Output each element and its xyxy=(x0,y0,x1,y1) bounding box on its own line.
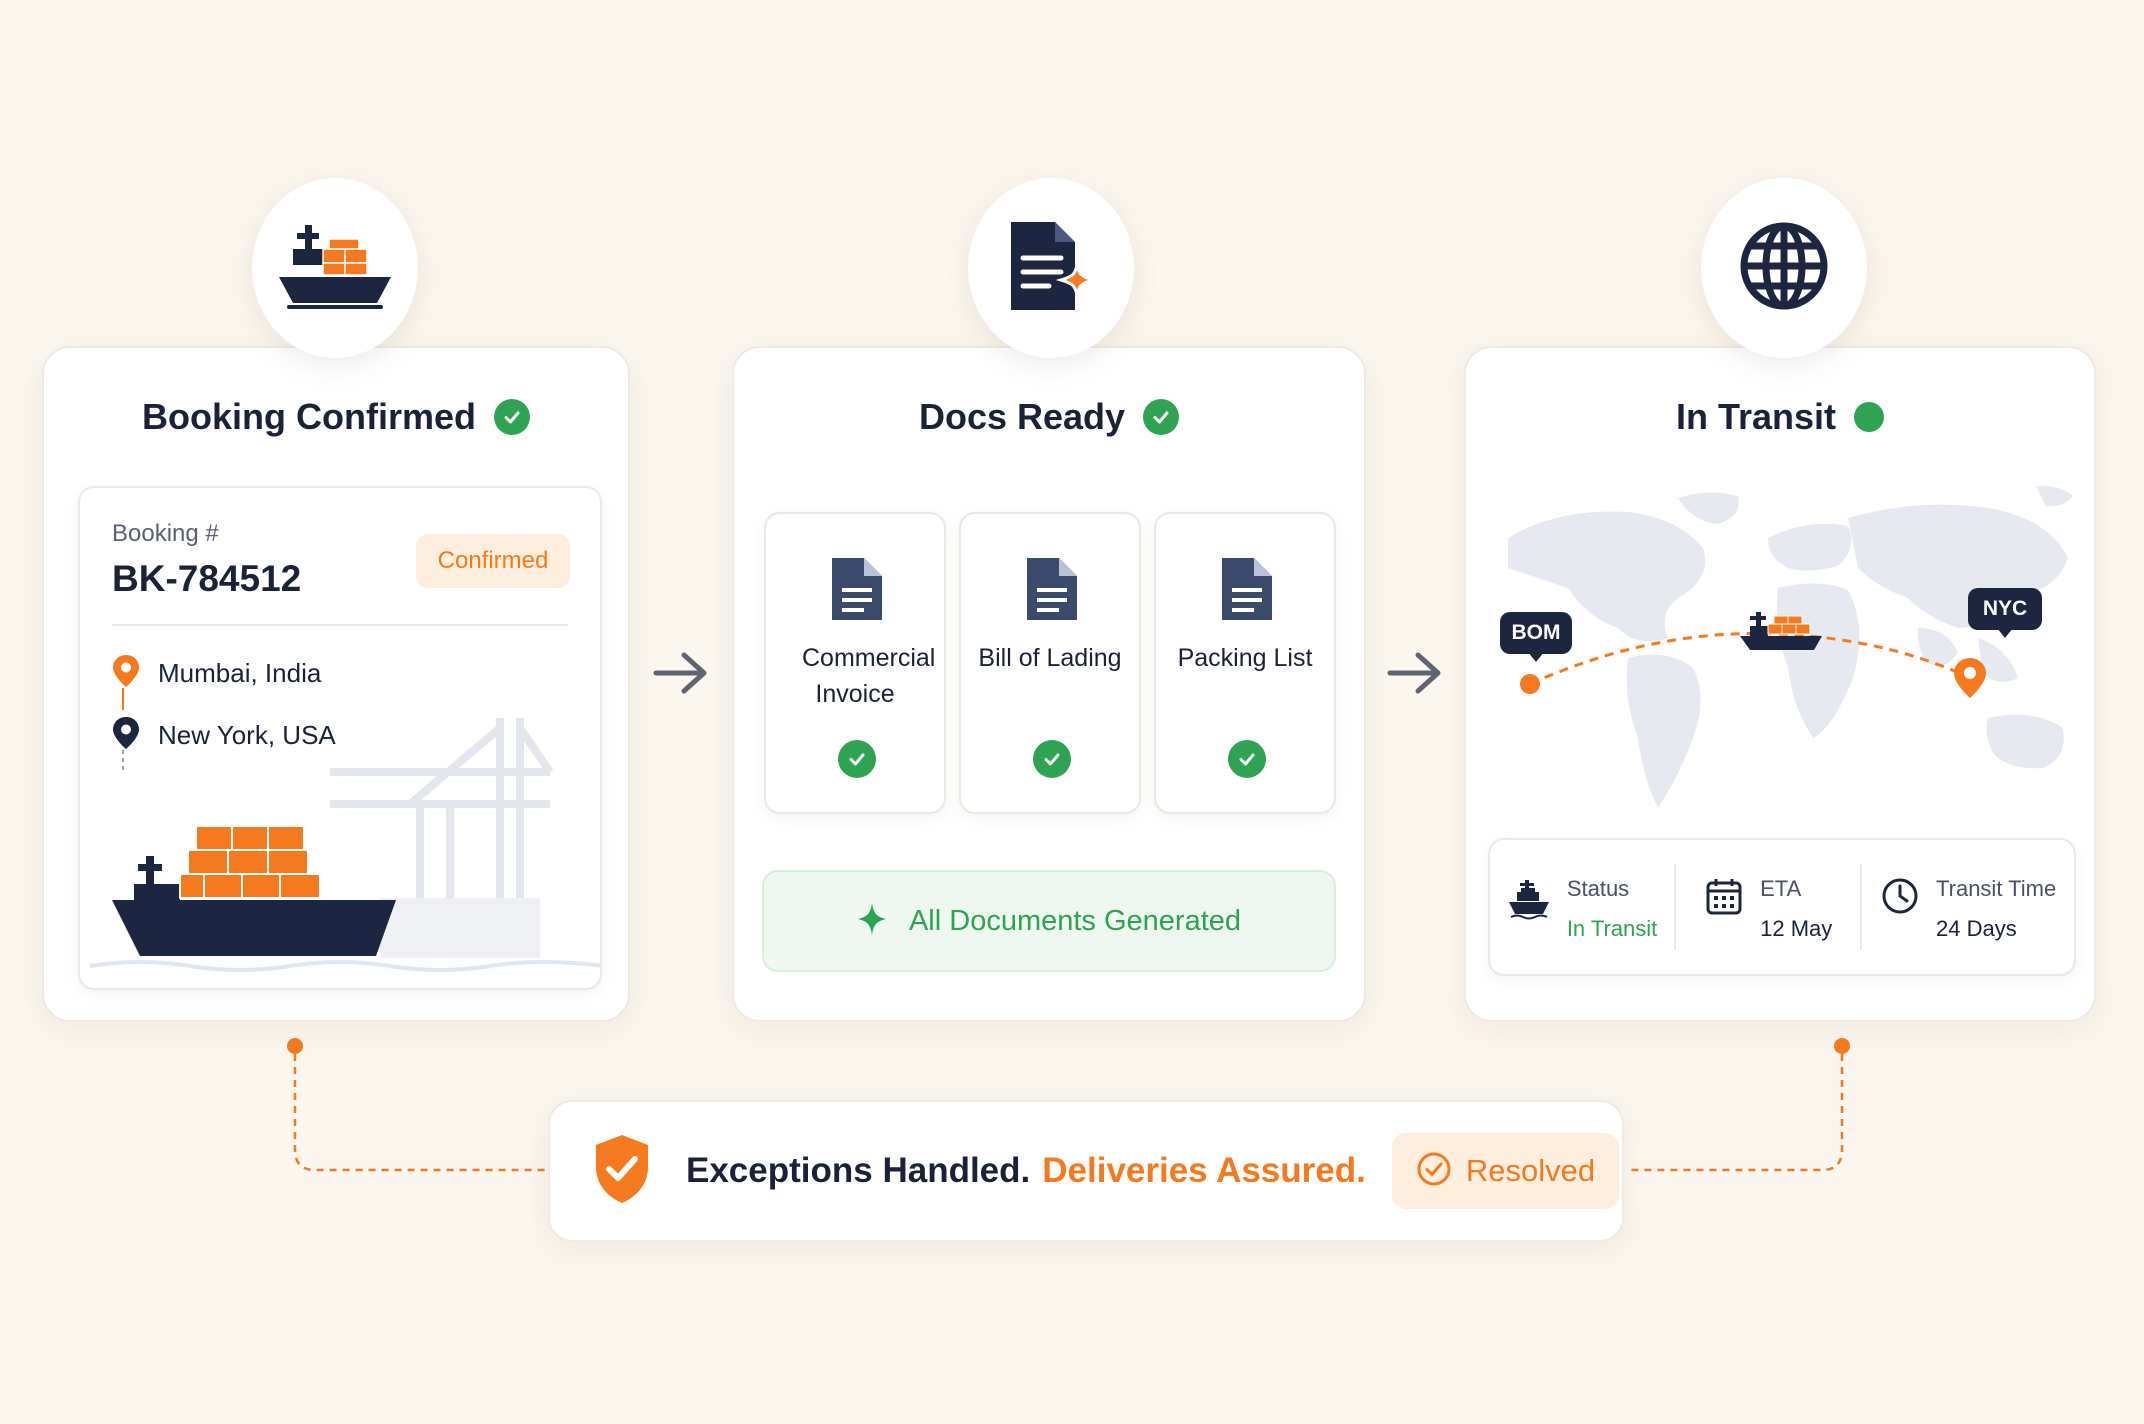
all-documents-generated-banner: All Documents Generated xyxy=(762,870,1336,972)
exceptions-footer-bar: Exceptions Handled. Deliveries Assured. … xyxy=(548,1100,1624,1242)
check-icon xyxy=(838,740,876,778)
divider xyxy=(112,624,568,626)
document-label: Packing List xyxy=(1177,644,1313,672)
label-pointer xyxy=(1528,652,1544,662)
document-label: Commercial Invoice xyxy=(802,644,936,708)
sparkle-icon xyxy=(857,902,887,941)
document-tile-commercial-invoice[interactable]: Commercial Invoice xyxy=(764,512,946,814)
check-icon xyxy=(1228,740,1266,778)
transit-title-text: In Transit xyxy=(1675,396,1837,437)
arrow-right-icon xyxy=(653,652,707,694)
footer-text-accent: Deliveries Assured. xyxy=(1042,1151,1366,1190)
stat-value: 24 Days xyxy=(1936,916,2017,941)
docs-stage-badge xyxy=(968,178,1134,358)
booking-number-label: Booking # xyxy=(112,520,219,547)
world-map xyxy=(1508,485,2073,808)
shield-check-icon xyxy=(592,1133,652,1210)
origin-pin-icon xyxy=(112,654,140,693)
document-tile-packing-list[interactable]: Packing List xyxy=(1154,512,1336,814)
confirmed-status-badge: Confirmed xyxy=(416,534,570,588)
document-sparkle-icon xyxy=(1003,218,1099,319)
stat-label: Transit Time xyxy=(1936,876,2057,901)
resolved-badge: Resolved xyxy=(1391,1133,1620,1209)
label-pointer xyxy=(1997,628,2013,638)
booking-title-text: Booking Confirmed xyxy=(142,396,476,437)
stat-value: In Transit xyxy=(1566,916,1658,941)
calendar-icon xyxy=(1704,876,1744,921)
document-icon xyxy=(1023,554,1081,629)
transit-card-title: In Transit xyxy=(1466,396,2094,438)
resolved-label: Resolved xyxy=(1465,1153,1596,1188)
document-label: Bill of Lading xyxy=(978,644,1122,672)
document-icon xyxy=(828,554,886,629)
stat-status: Status In Transit xyxy=(1490,872,1674,942)
document-icon xyxy=(1218,554,1276,629)
docs-card-title: Docs Ready xyxy=(734,396,1364,438)
check-icon xyxy=(493,399,530,435)
stat-label: ETA xyxy=(1760,876,1802,901)
check-circle-icon xyxy=(1416,1151,1452,1192)
clock-icon xyxy=(1880,876,1920,921)
booking-number: BK-784512 xyxy=(112,558,302,599)
docs-title-text: Docs Ready xyxy=(918,396,1126,437)
stat-label: Status xyxy=(1566,876,1630,901)
booking-stage-badge xyxy=(252,178,418,358)
destination-port-label: NYC xyxy=(1968,588,2042,630)
footer-text-primary: Exceptions Handled. xyxy=(686,1151,1031,1190)
transit-stats-panel: Status In Transit ETA 12 May Transit Tim… xyxy=(1488,838,2076,976)
stat-transit-time: Transit Time 24 Days xyxy=(1862,872,2074,942)
document-tile-bill-of-lading[interactable]: Bill of Lading xyxy=(959,512,1141,814)
cargo-ship-icon xyxy=(277,221,393,316)
origin-port-label: BOM xyxy=(1500,612,1572,654)
origin-location: Mumbai, India xyxy=(158,658,322,688)
booking-details-panel: Booking # BK-784512 Confirmed Mumbai, In… xyxy=(78,486,602,990)
booking-confirmed-card: Booking Confirmed Booking # BK-784512 Co… xyxy=(42,346,630,1022)
check-icon xyxy=(1143,399,1180,435)
globe-icon xyxy=(1738,220,1830,317)
arrow-right-icon xyxy=(1387,652,1441,694)
stat-eta: ETA 12 May xyxy=(1676,872,1860,942)
transit-stage-badge xyxy=(1701,178,1867,358)
check-icon xyxy=(1033,740,1071,778)
in-transit-card: In Transit BOM NYC Status In Transit ETA… xyxy=(1464,346,2096,1022)
banner-text: All Documents Generated xyxy=(908,904,1242,937)
stat-value: 12 May xyxy=(1760,916,1833,941)
booking-card-title: Booking Confirmed xyxy=(44,396,628,438)
port-ship-illustration xyxy=(89,718,600,972)
ship-icon xyxy=(1507,876,1551,925)
status-dot xyxy=(1854,402,1885,432)
